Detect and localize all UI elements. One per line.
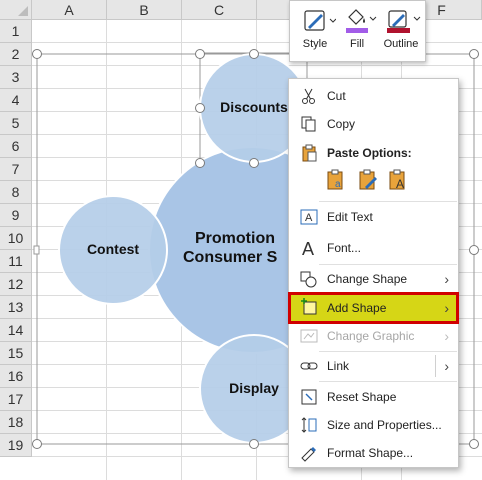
fill-color-swatch (346, 28, 368, 33)
menu-item-reset-shape[interactable]: Reset Shape (289, 383, 458, 411)
menu-item-link[interactable]: Link › (289, 352, 458, 380)
add-shape-icon (301, 298, 317, 315)
mini-toolbar: Style Fill Outline (289, 0, 426, 62)
row-header[interactable]: 9 (0, 204, 32, 227)
size-properties-icon (301, 417, 317, 433)
row-header[interactable]: 16 (0, 365, 32, 388)
chevron-right-icon: › (444, 328, 449, 344)
column-header-b[interactable]: B (107, 0, 182, 20)
svg-text:A: A (302, 239, 314, 257)
clipboard-icon (302, 144, 317, 162)
row-header[interactable]: 17 (0, 388, 32, 411)
edit-text-icon: A (300, 209, 318, 225)
outline-color-swatch (387, 28, 410, 33)
menu-separator (319, 381, 457, 382)
menu-label-paste-options: Paste Options: (327, 146, 412, 160)
font-icon: A (302, 239, 314, 257)
pen-outline-icon (387, 10, 421, 33)
select-all-corner[interactable] (0, 0, 32, 20)
paste-use-destination-icon[interactable] (357, 169, 379, 191)
format-shape-icon (301, 447, 316, 462)
fill-label: Fill (349, 38, 365, 50)
paste-text-only-icon[interactable]: A (387, 169, 409, 191)
row-header[interactable]: 4 (0, 89, 32, 112)
menu-item-add-shape[interactable]: Add Shape › (288, 292, 459, 324)
menu-label-edit-text: Edit Text (327, 210, 373, 224)
column-gridline (181, 20, 182, 480)
outline-button[interactable]: Outline (378, 5, 424, 59)
menu-label-change-graphic: Change Graphic (327, 329, 415, 343)
row-header[interactable]: 6 (0, 135, 32, 158)
menu-label-size-properties: Size and Properties... (327, 418, 442, 432)
row-header[interactable]: 7 (0, 158, 32, 181)
menu-label-cut: Cut (327, 89, 346, 103)
menu-label-link: Link (327, 359, 350, 373)
row-header[interactable]: 10 (0, 227, 32, 250)
menu-item-edit-text[interactable]: A Edit Text (289, 203, 458, 231)
menu-item-cut[interactable]: Cut (289, 82, 458, 110)
column-header-c[interactable]: C (182, 0, 257, 20)
scissors-icon (302, 88, 315, 104)
change-shape-icon (300, 271, 317, 288)
row-header[interactable]: 18 (0, 411, 32, 434)
row-header[interactable]: 12 (0, 273, 32, 296)
row-header[interactable]: 2 (0, 43, 32, 66)
svg-text:A: A (396, 177, 404, 191)
shape-text-contest[interactable]: Contest (64, 241, 162, 257)
svg-text:A: A (305, 212, 313, 224)
chevron-right-icon: › (444, 358, 449, 374)
column-header-a[interactable]: A (32, 0, 107, 20)
chevron-right-icon: › (444, 271, 449, 287)
paste-options-group: a A (325, 167, 415, 193)
submenu-divider (435, 355, 436, 377)
shape-style-icon (304, 10, 337, 31)
context-menu: Cut Copy Paste Options: a A A Edit Text … (288, 78, 459, 468)
menu-item-copy[interactable]: Copy (289, 110, 458, 138)
menu-label-change-shape: Change Shape (327, 272, 408, 286)
row-header[interactable]: 19 (0, 434, 32, 457)
menu-label-add-shape: Add Shape (327, 301, 387, 315)
style-button[interactable]: Style (294, 5, 337, 59)
change-graphic-icon (300, 329, 318, 343)
menu-item-change-graphic[interactable]: Change Graphic › (289, 322, 458, 350)
menu-label-font: Font... (327, 241, 362, 255)
paint-bucket-icon (346, 9, 377, 33)
row-header[interactable]: 14 (0, 319, 32, 342)
menu-item-change-shape[interactable]: Change Shape › (289, 265, 458, 293)
row-header[interactable]: 8 (0, 181, 32, 204)
menu-label-reset-shape: Reset Shape (327, 390, 397, 404)
link-icon (300, 362, 318, 370)
menu-item-font[interactable]: A Font... (289, 234, 458, 262)
row-header[interactable]: 13 (0, 296, 32, 319)
fill-button[interactable]: Fill (336, 5, 378, 59)
menu-separator (319, 201, 457, 202)
row-gridline (32, 65, 482, 66)
menu-item-size-properties[interactable]: Size and Properties... (289, 411, 458, 439)
svg-text:a: a (335, 179, 341, 190)
row-header[interactable]: 11 (0, 250, 32, 273)
paste-keep-formatting-icon[interactable]: a (325, 169, 347, 191)
style-label: Style (302, 38, 328, 50)
chevron-right-icon: › (444, 300, 449, 316)
row-header[interactable]: 15 (0, 342, 32, 365)
reset-shape-icon (301, 389, 317, 405)
row-header[interactable]: 3 (0, 66, 32, 89)
menu-item-paste-options: Paste Options: (289, 139, 458, 167)
outline-label: Outline (383, 38, 419, 50)
menu-label-format-shape: Format Shape... (327, 446, 414, 460)
row-header[interactable]: 1 (0, 20, 32, 43)
row-header[interactable]: 5 (0, 112, 32, 135)
menu-item-format-shape[interactable]: Format Shape... (289, 439, 458, 467)
copy-icon (301, 116, 316, 132)
menu-label-copy: Copy (327, 117, 356, 131)
